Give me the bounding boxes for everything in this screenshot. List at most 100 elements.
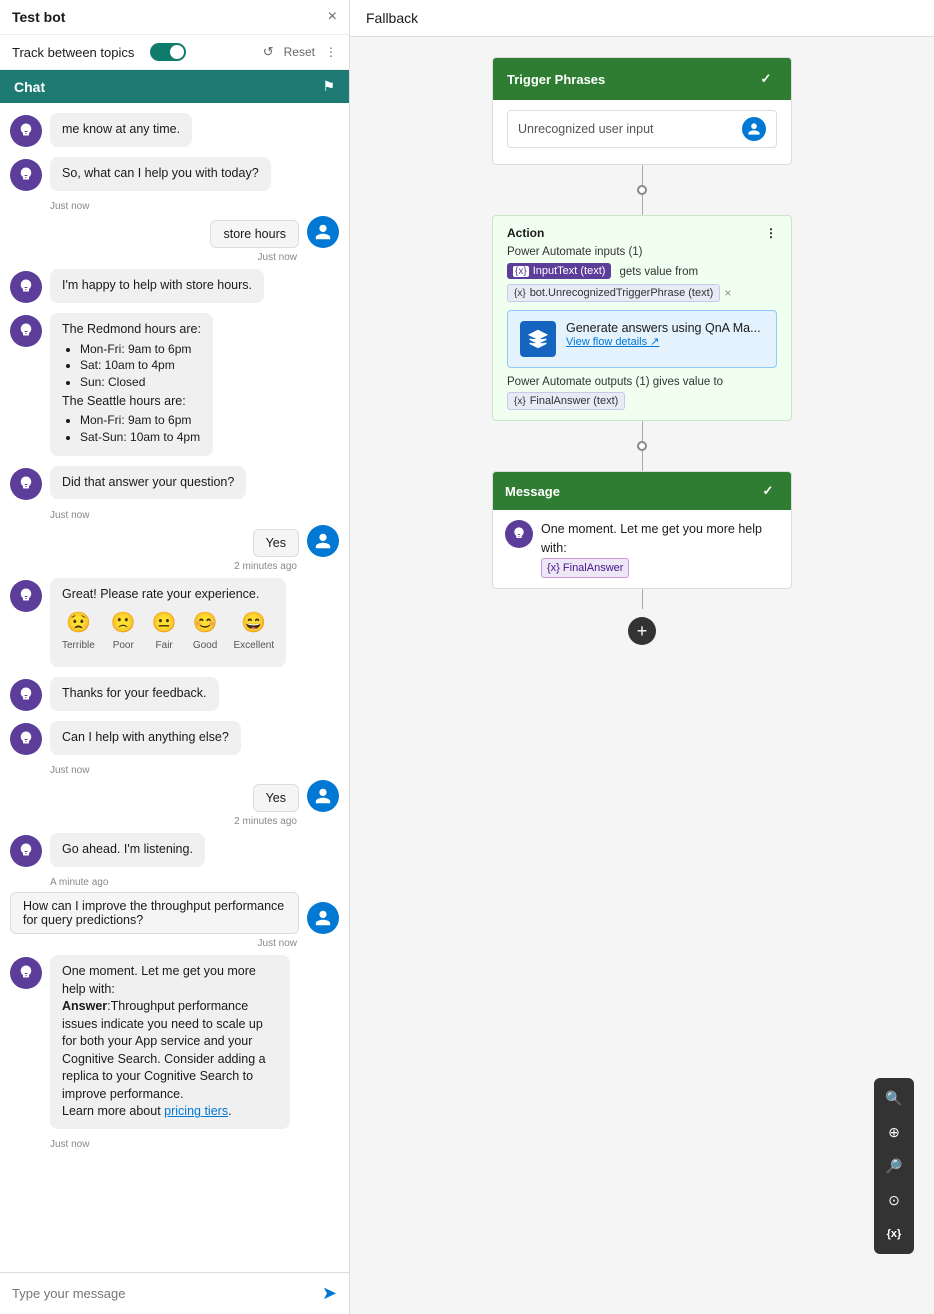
bot-message-row: Thanks for your feedback.: [10, 677, 339, 711]
rating-row: 😟Terrible 🙁Poor 😐Fair 😊Good 😄Excellent: [62, 609, 274, 653]
track-toggle[interactable]: [150, 43, 186, 61]
bot-message-row: Great! Please rate your experience. 😟Ter…: [10, 578, 339, 668]
pa-outputs-label: Power Automate outputs (1) gives value t…: [507, 376, 777, 388]
check-badge: ✓: [757, 480, 779, 502]
long-answer-bubble: One moment. Let me get you more help wit…: [50, 955, 290, 1129]
variables-button[interactable]: {x}: [878, 1218, 910, 1250]
send-button[interactable]: ➤: [322, 1283, 337, 1304]
user-bubble: Yes: [253, 784, 299, 812]
connector-line: [642, 589, 643, 609]
generate-card: Generate answers using QnA Ma... View fl…: [507, 310, 777, 368]
bot-bubble: So, what can I help you with today?: [50, 157, 271, 191]
connector-line: [642, 165, 643, 185]
bot-message-row: Can I help with anything else?: [10, 721, 339, 755]
person-icon: [742, 117, 766, 141]
bot-bubble: Thanks for your feedback.: [50, 677, 219, 711]
user-bubble: How can I improve the throughput perform…: [10, 892, 299, 934]
bot-title: Test bot: [12, 9, 65, 25]
remove-variable-button[interactable]: ×: [724, 286, 731, 300]
action-card: Action ⋮ Power Automate inputs (1) {x} I…: [492, 215, 792, 421]
zoom-out-button[interactable]: 🔎: [878, 1150, 910, 1182]
reset-icon: ↺: [263, 44, 274, 60]
more-options-icon[interactable]: ⋮: [325, 45, 337, 59]
close-button[interactable]: ×: [328, 8, 337, 26]
rating-good[interactable]: 😊Good: [193, 609, 218, 653]
track-label: Track between topics: [12, 45, 134, 60]
trigger-card-header: Trigger Phrases ✓: [493, 58, 791, 100]
left-panel: Test bot × Track between topics ↺ Reset …: [0, 0, 350, 1314]
track-bar: Track between topics ↺ Reset ⋮: [0, 35, 349, 70]
msg-bot-avatar: [505, 520, 533, 548]
reset-label[interactable]: Reset: [284, 45, 315, 59]
user-bubble: Yes: [253, 529, 299, 557]
reset-area[interactable]: ↺ Reset ⋮: [263, 44, 337, 60]
final-answer-badge: {x} FinalAnswer (text): [507, 392, 625, 410]
timestamp: 2 minutes ago: [10, 816, 297, 827]
user-avatar: [307, 780, 339, 812]
user-avatar: [307, 216, 339, 248]
timestamp: Just now: [50, 765, 339, 776]
connector-line: [642, 451, 643, 471]
rating-poor[interactable]: 🙁Poor: [111, 609, 136, 653]
timestamp: A minute ago: [50, 877, 339, 888]
bot-avatar: [10, 315, 42, 347]
timestamp: Just now: [50, 510, 339, 521]
generate-title: Generate answers using QnA Ma...: [566, 321, 761, 335]
pa-inputs-label: Power Automate inputs (1): [507, 246, 777, 258]
reset-view-button[interactable]: ⊙: [878, 1184, 910, 1216]
bot-message-row: One moment. Let me get you more help wit…: [10, 955, 339, 1129]
bot-message-row: Did that answer your question?: [10, 466, 339, 500]
rating-terrible[interactable]: 😟Terrible: [62, 609, 95, 653]
bot-message-row: So, what can I help you with today?: [10, 157, 339, 191]
bot-message-row: The Redmond hours are: Mon-Fri: 9am to 6…: [10, 313, 339, 456]
bot-bubble: Can I help with anything else?: [50, 721, 241, 755]
bot-avatar: [10, 723, 42, 755]
message-text: One moment. Let me get you more help wit…: [541, 520, 779, 578]
message-card: Message ✓ One moment. Let me get you mor…: [492, 471, 792, 589]
check-badge: ✓: [755, 68, 777, 90]
flow-area: Trigger Phrases ✓ Unrecognized user inpu…: [350, 37, 934, 1314]
chat-header-title: Chat: [14, 79, 45, 95]
final-answer-label: FinalAnswer (text): [530, 395, 619, 407]
bot-avatar: [10, 115, 42, 147]
timestamp: Just now: [10, 938, 297, 949]
gets-value-text: gets value from: [619, 266, 698, 278]
toggle-knob: [170, 45, 184, 59]
user-message-row: store hours: [10, 216, 339, 248]
chat-header: Chat ⚑: [0, 70, 349, 103]
user-bubble: store hours: [210, 220, 299, 248]
input-text-badge: {x} InputText (text): [507, 263, 611, 279]
learn-more-text: Learn more about: [62, 1104, 164, 1118]
view-flow-link[interactable]: View flow details ↗: [566, 335, 761, 348]
chat-input[interactable]: [12, 1286, 314, 1301]
bot-avatar: [10, 835, 42, 867]
action-more-icon[interactable]: ⋮: [765, 226, 777, 240]
action-label: Action ⋮: [507, 226, 777, 240]
pricing-link[interactable]: pricing tiers: [164, 1104, 228, 1118]
trigger-phrase-input[interactable]: Unrecognized user input: [507, 110, 777, 148]
right-header: Fallback: [350, 0, 934, 37]
user-message-row: Yes: [10, 525, 339, 557]
rating-bubble: Great! Please rate your experience. 😟Ter…: [50, 578, 286, 668]
user-message-row: How can I improve the throughput perform…: [10, 892, 339, 934]
user-message-row: Yes: [10, 780, 339, 812]
message-card-header: Message ✓: [493, 472, 791, 510]
add-node-button[interactable]: +: [628, 617, 656, 645]
message-card-body: One moment. Let me get you more help wit…: [493, 510, 791, 588]
generate-icon: [520, 321, 556, 357]
timestamp: Just now: [50, 201, 339, 212]
chat-messages: me know at any time. So, what can I help…: [0, 103, 349, 1272]
user-avatar: [307, 902, 339, 934]
bot-avatar: [10, 679, 42, 711]
rating-excellent[interactable]: 😄Excellent: [234, 609, 275, 653]
action-title: Action: [507, 226, 544, 240]
trigger-card-body: Unrecognized user input: [493, 100, 791, 164]
chat-input-area: ➤: [0, 1272, 349, 1314]
rating-fair[interactable]: 😐Fair: [152, 609, 177, 653]
trigger-card-title: Trigger Phrases: [507, 72, 605, 87]
trigger-text: Unrecognized user input: [518, 122, 654, 136]
message-card-title: Message: [505, 484, 560, 499]
recenter-button[interactable]: ⊕: [878, 1116, 910, 1148]
flag-icon[interactable]: ⚑: [322, 78, 335, 95]
zoom-in-button[interactable]: 🔍: [878, 1082, 910, 1114]
